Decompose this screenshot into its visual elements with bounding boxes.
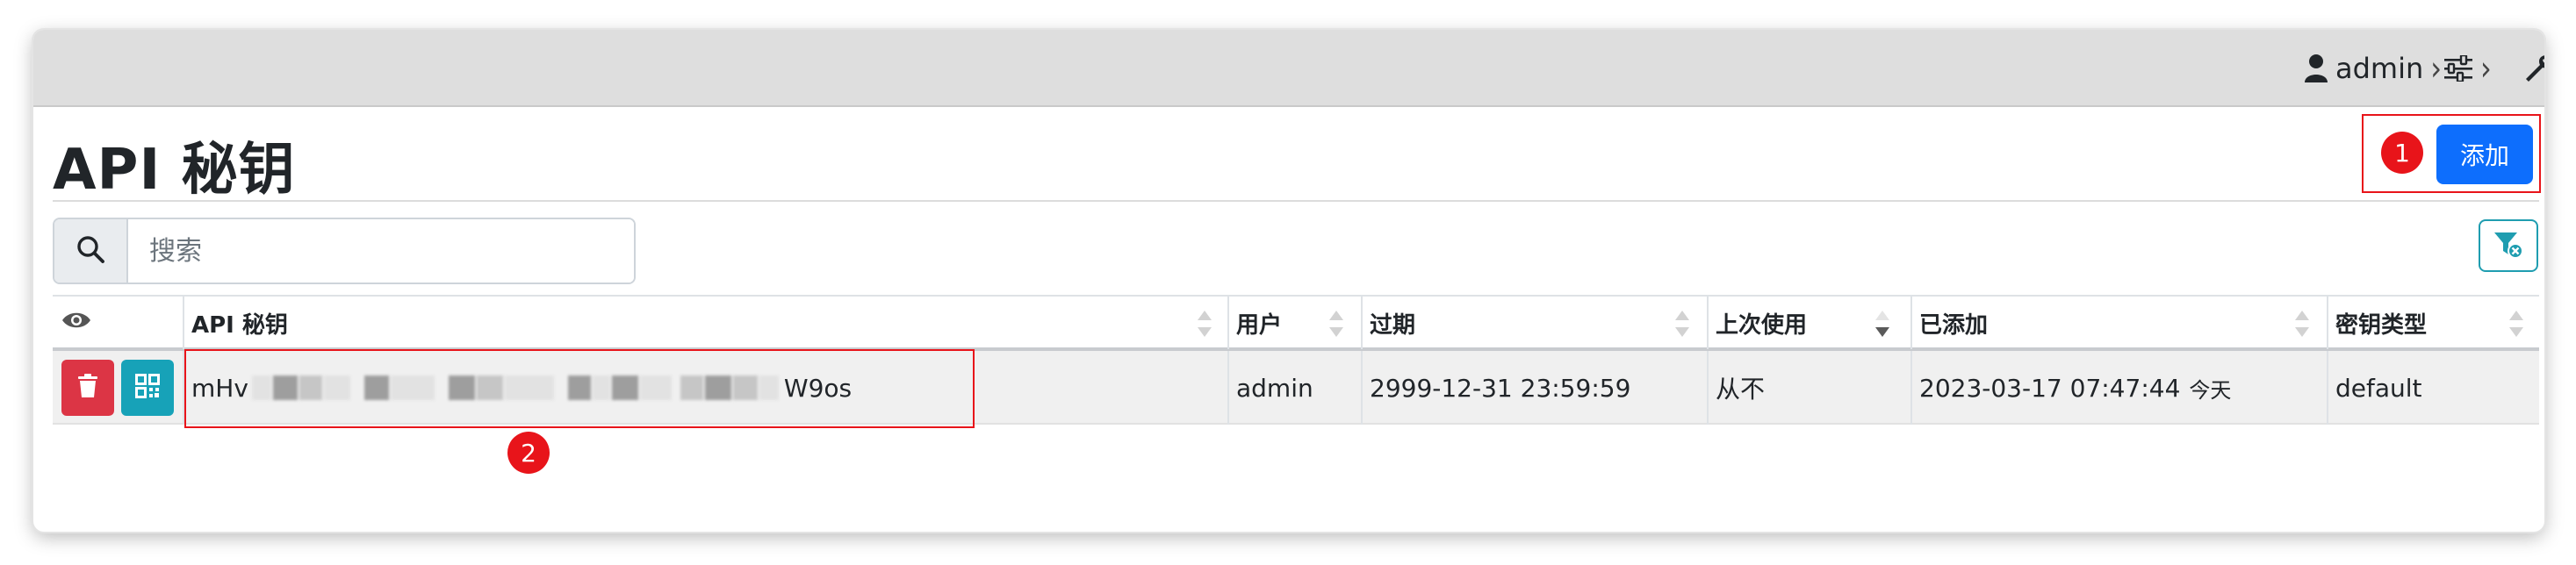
column-header-api-key[interactable]: API 秘钥 xyxy=(183,297,1227,349)
search-input[interactable] xyxy=(128,219,634,282)
table-header: API 秘钥 用户 过期 上次使用 已添加 密钥类型 xyxy=(53,295,2539,351)
user-menu-label: admin xyxy=(2335,52,2424,85)
qr-code-button[interactable] xyxy=(121,360,174,416)
qr-code-icon xyxy=(135,374,160,402)
step-badge-2: 2 xyxy=(507,432,550,474)
search-group xyxy=(53,218,636,284)
sort-api-key-icon[interactable] xyxy=(1196,309,1213,339)
search-addon[interactable] xyxy=(54,219,128,282)
sort-added-icon[interactable] xyxy=(2293,309,2311,339)
sliders-icon xyxy=(2443,55,2473,82)
eye-icon[interactable] xyxy=(61,310,91,336)
page-title: API 秘钥 xyxy=(53,138,296,203)
expires-cell: 2999-12-31 23:59:59 xyxy=(1370,373,1631,403)
sort-last-used-icon[interactable] xyxy=(1874,309,1891,339)
filter-clear-icon xyxy=(2493,230,2524,262)
api-key-prefix: mHv xyxy=(191,373,248,403)
wrench-icon xyxy=(2524,54,2544,82)
table-row: mHv W9os admin 2999-12-31 23:59:59 从不 20… xyxy=(53,351,2539,425)
chevron-right-icon: › xyxy=(2480,48,2492,89)
app-window: admin › › › xyxy=(33,30,2544,532)
added-cell: 2023-03-17 07:47:44 今天 xyxy=(1910,351,2327,425)
step-badge-1: 1 xyxy=(2381,132,2423,174)
column-header-added[interactable]: 已添加 xyxy=(1910,297,2327,349)
last-used-cell: 从不 xyxy=(1716,375,1766,404)
column-header-expires[interactable]: 过期 xyxy=(1361,297,1707,349)
sort-key-type-icon[interactable] xyxy=(2508,309,2525,339)
api-key-suffix: W9os xyxy=(783,373,853,403)
api-key-cell[interactable]: mHv W9os xyxy=(183,351,1227,425)
search-icon xyxy=(76,235,104,267)
api-keys-table: API 秘钥 用户 过期 上次使用 已添加 密钥类型 mHv W9os admi… xyxy=(53,295,2539,425)
column-header-visibility xyxy=(53,297,183,349)
sort-user-icon[interactable] xyxy=(1328,309,1345,339)
added-relative: 今天 xyxy=(2189,377,2232,403)
clear-filter-button[interactable] xyxy=(2479,219,2538,272)
sort-expires-icon[interactable] xyxy=(1673,309,1691,339)
settings-menu[interactable]: › xyxy=(2443,47,2492,89)
trash-icon xyxy=(77,374,98,402)
top-navbar: admin › › › xyxy=(33,30,2544,107)
add-button[interactable]: 添加 xyxy=(2436,125,2533,184)
added-datetime: 2023-03-17 07:47:44 xyxy=(1919,373,2181,403)
title-divider xyxy=(53,200,2539,202)
user-menu[interactable]: admin › xyxy=(2304,47,2442,89)
redacted-key-mask xyxy=(251,375,781,400)
key-type-cell: default xyxy=(2335,373,2422,403)
chevron-right-icon: › xyxy=(2430,48,2443,89)
person-icon xyxy=(2304,54,2328,83)
user-cell: admin xyxy=(1236,373,1313,403)
tools-menu[interactable]: › xyxy=(2524,47,2544,89)
delete-button[interactable] xyxy=(61,360,114,416)
